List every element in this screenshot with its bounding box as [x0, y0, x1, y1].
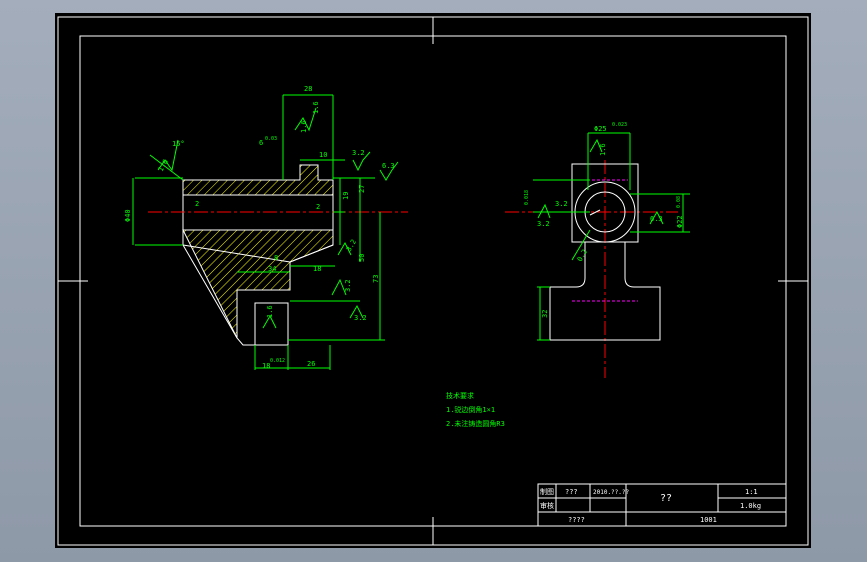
dim-r16-d: 1.6: [266, 305, 274, 318]
dim-r16-a: 1.6: [312, 101, 320, 114]
dim-tol-6-sup: 0.03: [265, 136, 277, 142]
tb-scale: 1:1: [745, 488, 758, 496]
dim-19: 19: [342, 192, 350, 200]
tb-school: ????: [568, 516, 585, 524]
dim-r32-a: 3.2: [352, 149, 365, 157]
dim-tol-18-sup: 0.012: [270, 358, 285, 364]
tb-weight: 1.0kg: [740, 502, 761, 510]
notes-line-1: 1.锐边倒角1×1: [446, 405, 495, 414]
dim-side-32: 32: [541, 310, 549, 318]
dim-side-r32-b: 3.2: [537, 220, 550, 228]
dim-side-left-tol: 0.018: [524, 190, 530, 205]
dim-side-dia22-sup: 0.08: [676, 196, 682, 208]
dim-r63: 6.3: [382, 162, 395, 170]
tb-drawing-no: 1001: [700, 516, 717, 524]
dim-dia40: Φ40: [124, 209, 132, 222]
paper: [55, 13, 811, 548]
dim-r32-d: 3.2: [354, 314, 367, 322]
dim-side-r63: 6.3: [650, 215, 663, 223]
notes-title: 技术要求: [446, 391, 474, 400]
tb-row2-label: 审核: [540, 501, 554, 510]
dim-dia25: Φ25: [594, 125, 607, 133]
notes-line-2: 2.未注铸造圆角R3: [446, 419, 505, 428]
tb-row1-date: 2010.??.??: [593, 489, 630, 496]
dim-18: 18: [313, 265, 321, 273]
dim-34: 34: [268, 265, 276, 273]
dim-r16-b: 1.6: [300, 120, 308, 133]
dim-r32-c: 3.2: [344, 279, 352, 292]
dim-27: 27: [358, 185, 366, 193]
dim-dia25-sup: 0.023: [612, 122, 627, 128]
dim-50: 50: [358, 254, 366, 262]
cad-viewport[interactable]: 28 1.6 1.6 6 0.03 10 3.2 6.3 15° 1.6 2 2…: [0, 0, 867, 562]
dim-angle-15: 15°: [172, 140, 185, 148]
tb-row1-label: 制图: [540, 487, 554, 496]
tb-row1-name: ???: [565, 488, 578, 496]
dim-73: 73: [372, 275, 380, 283]
dim-tol-6: 6: [259, 139, 263, 147]
dim-2-a: 2: [195, 200, 199, 208]
dim-2-b: 2: [316, 203, 320, 211]
dim-side-r32: 3.2: [555, 200, 568, 208]
dim-26: 26: [307, 360, 315, 368]
dim-8: 8: [274, 254, 278, 262]
dim-side-dia22: Φ22: [676, 215, 684, 228]
dim-10: 10: [319, 151, 327, 159]
drawing-sheet: 28 1.6 1.6 6 0.03 10 3.2 6.3 15° 1.6 2 2…: [55, 13, 811, 548]
dim-28: 28: [304, 85, 312, 93]
tb-part-name: ??: [660, 493, 672, 504]
dim-side-r16: 1.6: [599, 143, 607, 156]
